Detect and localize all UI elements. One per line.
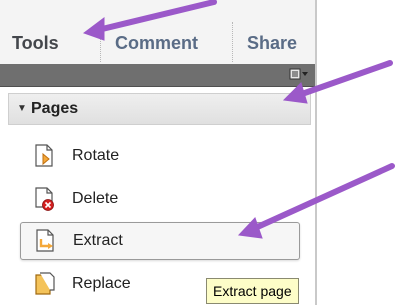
annotation-arrowhead [82, 17, 105, 41]
annotation-arrow [296, 60, 393, 98]
annotation-arrow [250, 163, 395, 232]
annotation-arrowhead [237, 217, 263, 239]
annotation-arrow [95, 0, 217, 33]
annotation-arrows [82, 0, 395, 239]
annotation-arrowhead [282, 82, 308, 104]
